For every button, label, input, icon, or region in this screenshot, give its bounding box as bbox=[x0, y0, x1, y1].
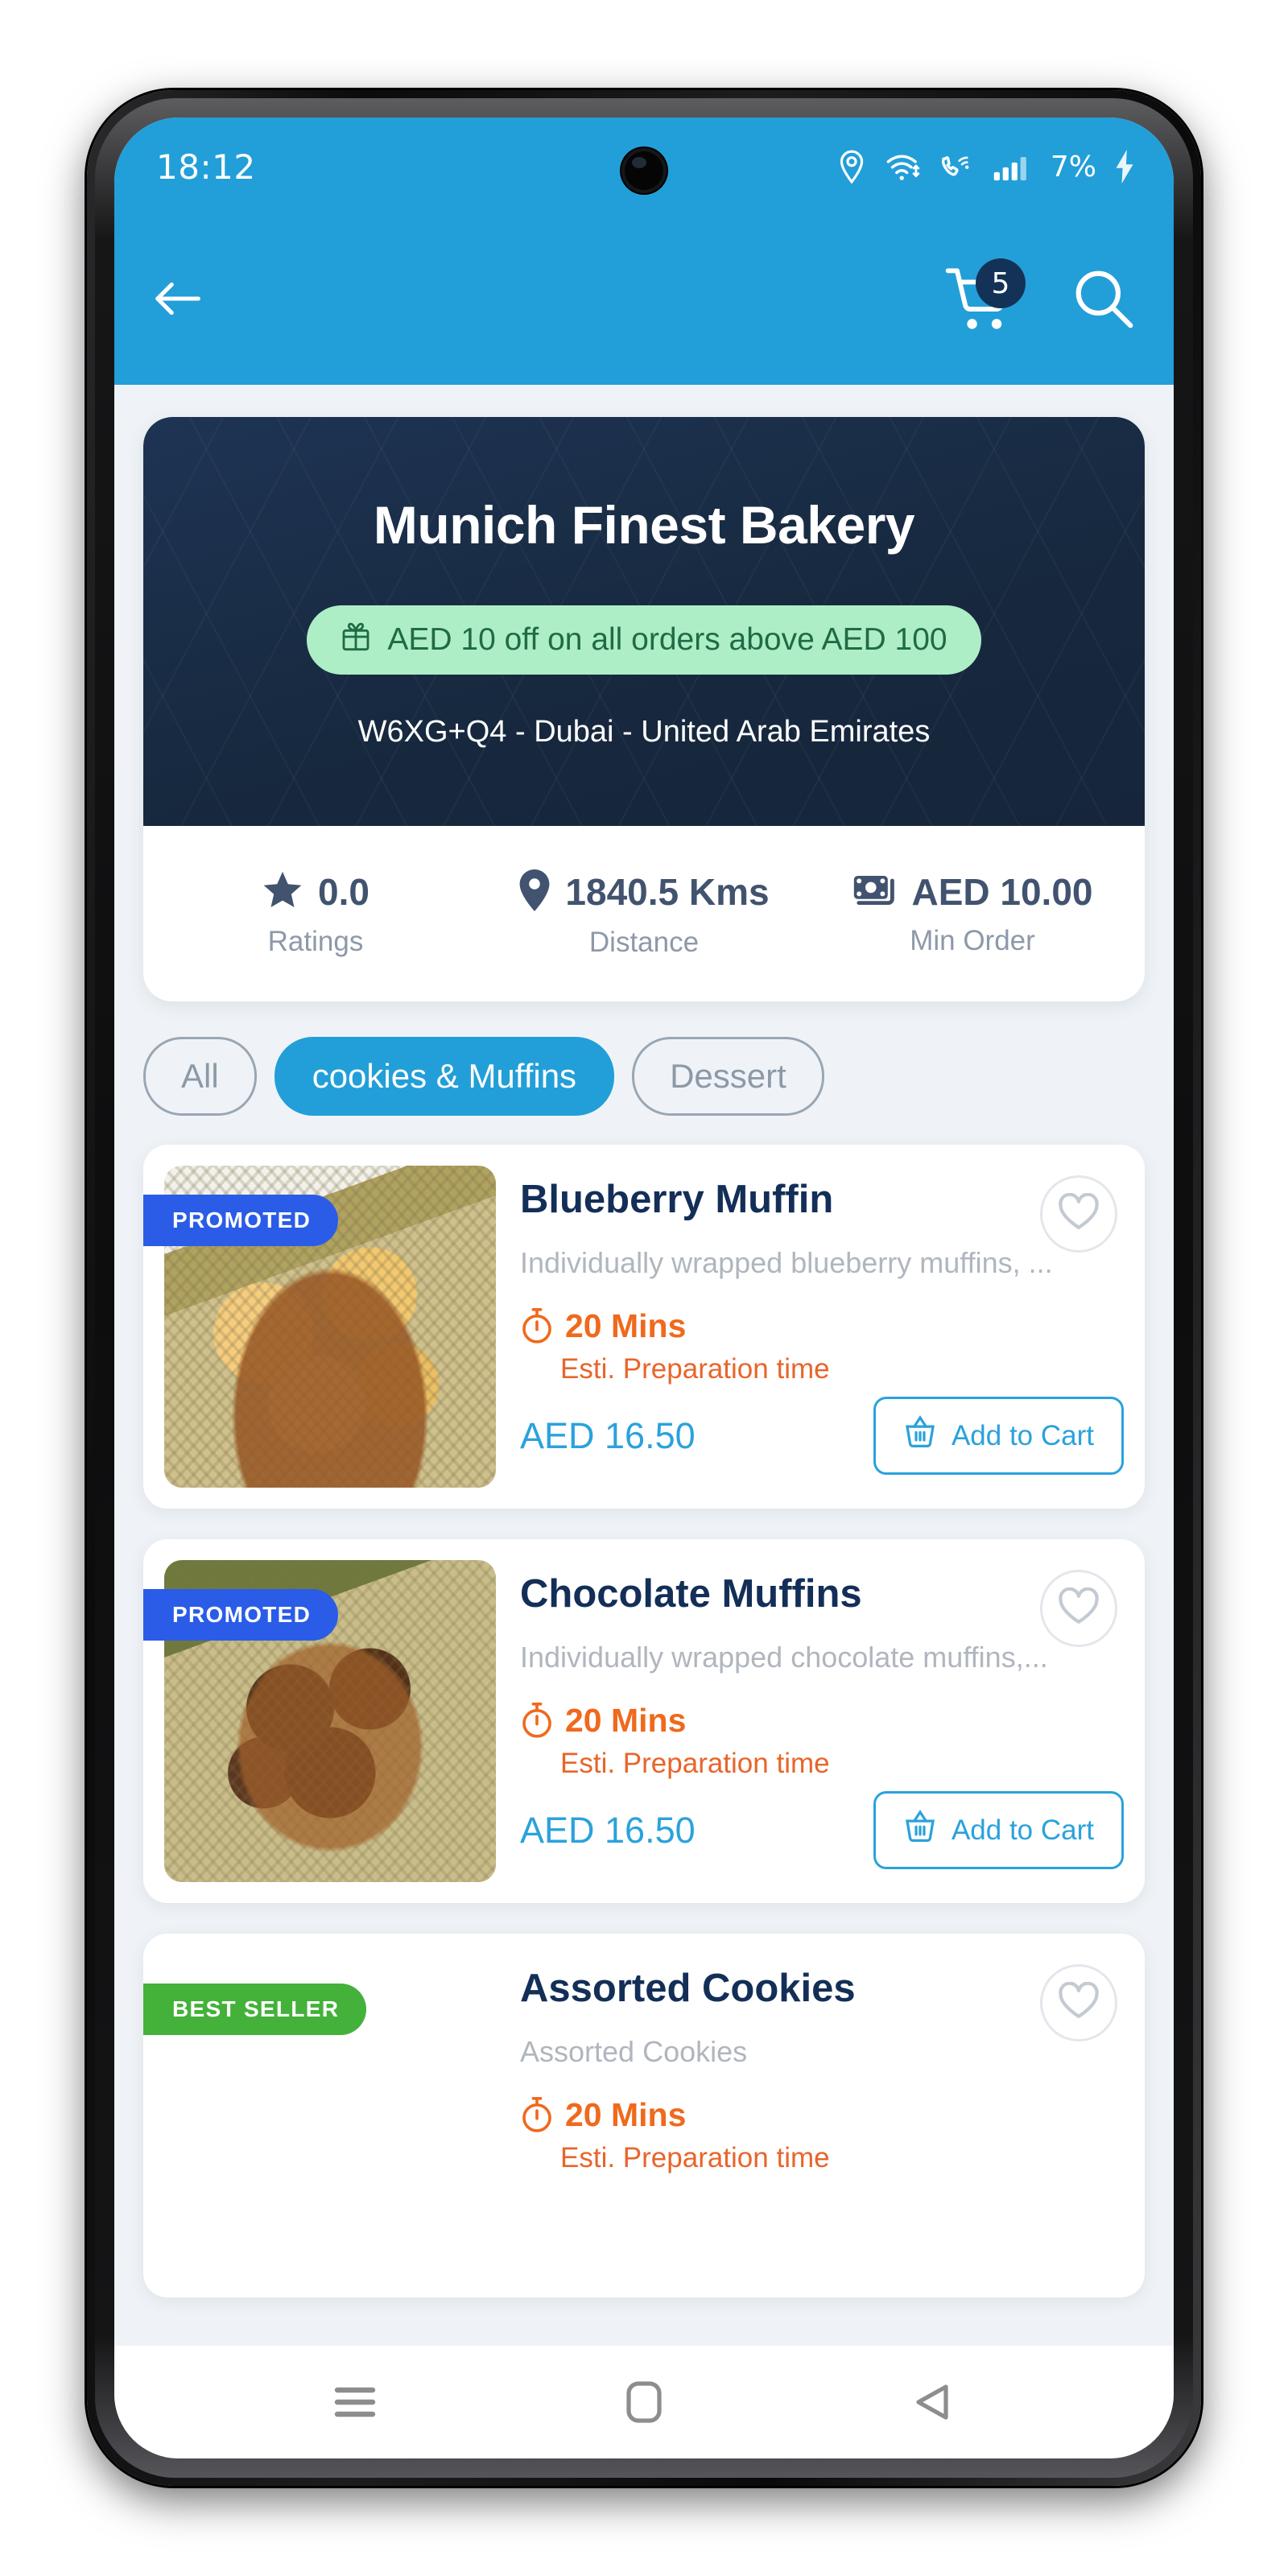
prep-time-row: 20 Mins bbox=[520, 1702, 1124, 1743]
category-chip-dessert[interactable]: Dessert bbox=[632, 1037, 824, 1116]
cart-button[interactable]: 5 bbox=[943, 258, 1026, 337]
store-address: W6XG+Q4 - Dubai - United Arab Emirates bbox=[357, 714, 931, 749]
prep-time-label: Esti. Preparation time bbox=[560, 2142, 830, 2174]
status-time: 18:12 bbox=[156, 147, 256, 187]
location-icon bbox=[836, 149, 867, 184]
basket-icon bbox=[903, 1810, 937, 1851]
stat-distance-label: Distance bbox=[588, 926, 700, 958]
cart-badge: 5 bbox=[976, 258, 1026, 308]
stat-ratings-value: 0.0 bbox=[318, 871, 369, 913]
basket-icon bbox=[903, 1415, 937, 1456]
back-triangle-icon[interactable] bbox=[885, 2354, 981, 2450]
store-stats: 0.0 Ratings 1840.5 Kms Distance AED 10.0… bbox=[143, 826, 1145, 1001]
stat-min-order-label: Min Order bbox=[910, 925, 1035, 956]
page-content: Munich Finest Bakery AED 10 off on all o… bbox=[114, 385, 1174, 2346]
call-wifi-icon bbox=[939, 151, 975, 183]
prep-time-value: 20 Mins bbox=[565, 1702, 687, 1739]
product-card[interactable]: PROMOTED Blueberry Muffin Individually w… bbox=[143, 1145, 1145, 1509]
stat-min-order-value: AED 10.00 bbox=[911, 871, 1093, 913]
camera-punch-hole bbox=[621, 148, 667, 193]
app-bar: 5 bbox=[114, 216, 1174, 385]
category-chip-cookies-muffins[interactable]: cookies & Muffins bbox=[274, 1037, 615, 1116]
pin-icon bbox=[518, 869, 551, 915]
product-title: Assorted Cookies bbox=[520, 1967, 856, 2010]
stat-distance: 1840.5 Kms Distance bbox=[480, 869, 808, 959]
product-badge: BEST SELLER bbox=[143, 1984, 367, 2035]
stat-ratings: 0.0 Ratings bbox=[151, 870, 480, 958]
product-card[interactable]: BEST SELLER Assorted Cookies Assorted Co… bbox=[143, 1934, 1145, 2297]
promo-badge[interactable]: AED 10 off on all orders above AED 100 bbox=[307, 605, 981, 675]
star-icon bbox=[262, 870, 303, 914]
product-description: Assorted Cookies bbox=[520, 2035, 748, 2068]
screenshot-root: 18:12 7% 5 Munich Finest Bakery AED 10 o… bbox=[0, 0, 1288, 2576]
stopwatch-icon bbox=[520, 1702, 554, 1743]
app-bar-actions: 5 bbox=[943, 258, 1137, 337]
product-footer: AED 16.50 Add to Cart bbox=[520, 1397, 1124, 1475]
prep-time-value: 20 Mins bbox=[565, 2096, 687, 2133]
product-body: Blueberry Muffin Individually wrapped bl… bbox=[496, 1166, 1124, 1488]
charging-bolt-icon bbox=[1114, 150, 1135, 184]
phone-frame: 18:12 7% 5 Munich Finest Bakery AED 10 o… bbox=[87, 90, 1201, 2486]
product-price: AED 16.50 bbox=[520, 1414, 696, 1456]
prep-time-label: Esti. Preparation time bbox=[560, 1353, 830, 1385]
heart-outline-icon bbox=[1058, 1192, 1100, 1236]
product-image-wrap: PROMOTED bbox=[143, 1166, 496, 1488]
battery-percent: 7% bbox=[1050, 150, 1096, 184]
favorite-button[interactable] bbox=[1040, 1175, 1117, 1253]
gift-icon bbox=[341, 620, 371, 660]
product-image-wrap: BEST SELLER bbox=[143, 1955, 496, 2277]
stopwatch-icon bbox=[520, 1307, 554, 1348]
prep-time-row: 20 Mins bbox=[520, 2096, 1124, 2137]
prep-time-value: 20 Mins bbox=[565, 1307, 687, 1344]
signal-icon bbox=[993, 151, 1031, 183]
product-title: Blueberry Muffin bbox=[520, 1178, 834, 1221]
stat-min-order: AED 10.00 Min Order bbox=[808, 870, 1137, 957]
product-badge: PROMOTED bbox=[143, 1195, 339, 1246]
store-hero-card: Munich Finest Bakery AED 10 off on all o… bbox=[143, 417, 1145, 1001]
search-icon[interactable] bbox=[1071, 266, 1137, 336]
money-icon bbox=[852, 871, 897, 914]
android-nav-bar bbox=[114, 2346, 1174, 2458]
add-to-cart-label: Add to Cart bbox=[951, 1419, 1094, 1451]
stat-distance-value: 1840.5 Kms bbox=[565, 871, 770, 913]
category-chip-all[interactable]: All bbox=[143, 1037, 257, 1116]
product-body: Chocolate Muffins Individually wrapped c… bbox=[496, 1560, 1124, 1882]
menu-icon[interactable] bbox=[307, 2354, 403, 2450]
phone-screen: 18:12 7% 5 Munich Finest Bakery AED 10 o… bbox=[114, 118, 1174, 2458]
store-banner: Munich Finest Bakery AED 10 off on all o… bbox=[143, 417, 1145, 826]
stat-ratings-label: Ratings bbox=[267, 925, 364, 957]
add-to-cart-label: Add to Cart bbox=[951, 1814, 1094, 1846]
store-name: Munich Finest Bakery bbox=[373, 494, 915, 555]
prep-time-label: Esti. Preparation time bbox=[560, 1748, 830, 1779]
product-image-wrap: PROMOTED bbox=[143, 1560, 496, 1882]
stopwatch-icon bbox=[520, 2096, 554, 2137]
product-description: Individually wrapped chocolate muffins,.… bbox=[520, 1641, 1048, 1674]
favorite-button[interactable] bbox=[1040, 1964, 1117, 2041]
prep-time-row: 20 Mins bbox=[520, 1307, 1124, 1348]
product-list: PROMOTED Blueberry Muffin Individually w… bbox=[114, 1116, 1174, 2297]
heart-outline-icon bbox=[1058, 1981, 1100, 2025]
wifi-icon bbox=[885, 151, 922, 183]
favorite-button[interactable] bbox=[1040, 1570, 1117, 1647]
product-footer: AED 16.50 Add to Cart bbox=[520, 1791, 1124, 1869]
product-card[interactable]: PROMOTED Chocolate Muffins Individually … bbox=[143, 1539, 1145, 1903]
promo-text: AED 10 off on all orders above AED 100 bbox=[387, 621, 947, 657]
add-to-cart-button[interactable]: Add to Cart bbox=[873, 1397, 1124, 1475]
product-description: Individually wrapped blueberry muffins, … bbox=[520, 1246, 1053, 1279]
product-body: Assorted Cookies Assorted Cookies 20 Min… bbox=[496, 1955, 1124, 2277]
category-chips: All cookies & Muffins Dessert bbox=[114, 1001, 1174, 1116]
home-square-icon[interactable] bbox=[596, 2354, 692, 2450]
product-badge: PROMOTED bbox=[143, 1589, 339, 1641]
back-arrow-icon[interactable] bbox=[150, 276, 209, 325]
product-title: Chocolate Muffins bbox=[520, 1572, 862, 1616]
heart-outline-icon bbox=[1058, 1587, 1100, 1630]
product-price: AED 16.50 bbox=[520, 1809, 696, 1851]
add-to-cart-button[interactable]: Add to Cart bbox=[873, 1791, 1124, 1869]
status-icons: 7% bbox=[836, 149, 1135, 184]
